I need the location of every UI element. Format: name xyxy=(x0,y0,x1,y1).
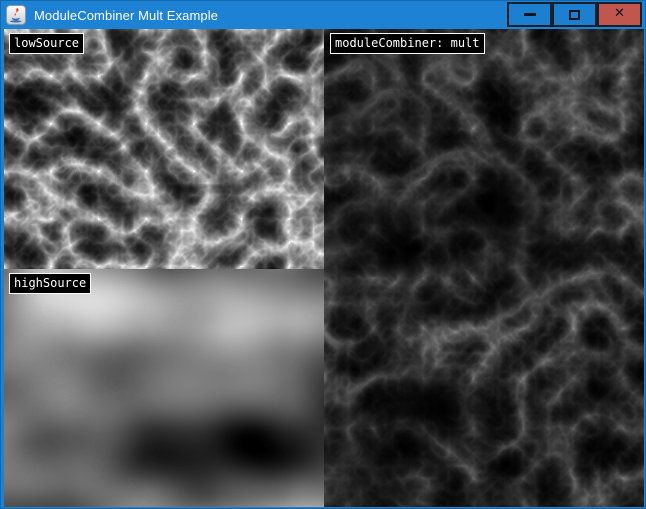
close-button[interactable]: ✕ xyxy=(597,2,642,27)
maximize-icon xyxy=(569,10,580,20)
highsource-label: highSource xyxy=(9,273,91,294)
mult-noise-image xyxy=(324,29,644,507)
panel-highsource: highSource xyxy=(4,269,324,507)
panel-lowsource: lowSource xyxy=(4,29,324,269)
lowsource-label: lowSource xyxy=(9,33,84,54)
minimize-icon xyxy=(524,13,536,16)
window-controls: ✕ xyxy=(507,2,642,27)
maximize-button[interactable] xyxy=(552,2,597,27)
close-icon: ✕ xyxy=(614,7,625,20)
window-title: ModuleCombiner Mult Example xyxy=(34,8,218,23)
panel-modulecombiner-mult: moduleCombiner: mult xyxy=(324,29,644,507)
lowsource-noise-image xyxy=(4,29,324,269)
titlebar[interactable]: ModuleCombiner Mult Example ✕ xyxy=(1,1,645,29)
java-icon[interactable] xyxy=(6,5,26,25)
content-area: lowSource highSource moduleCombiner: mul… xyxy=(4,29,644,507)
minimize-button[interactable] xyxy=(507,2,552,27)
highsource-noise-image xyxy=(4,269,324,507)
app-window: ModuleCombiner Mult Example ✕ lowSource xyxy=(0,0,646,509)
modulecombiner-mult-label: moduleCombiner: mult xyxy=(330,33,485,54)
